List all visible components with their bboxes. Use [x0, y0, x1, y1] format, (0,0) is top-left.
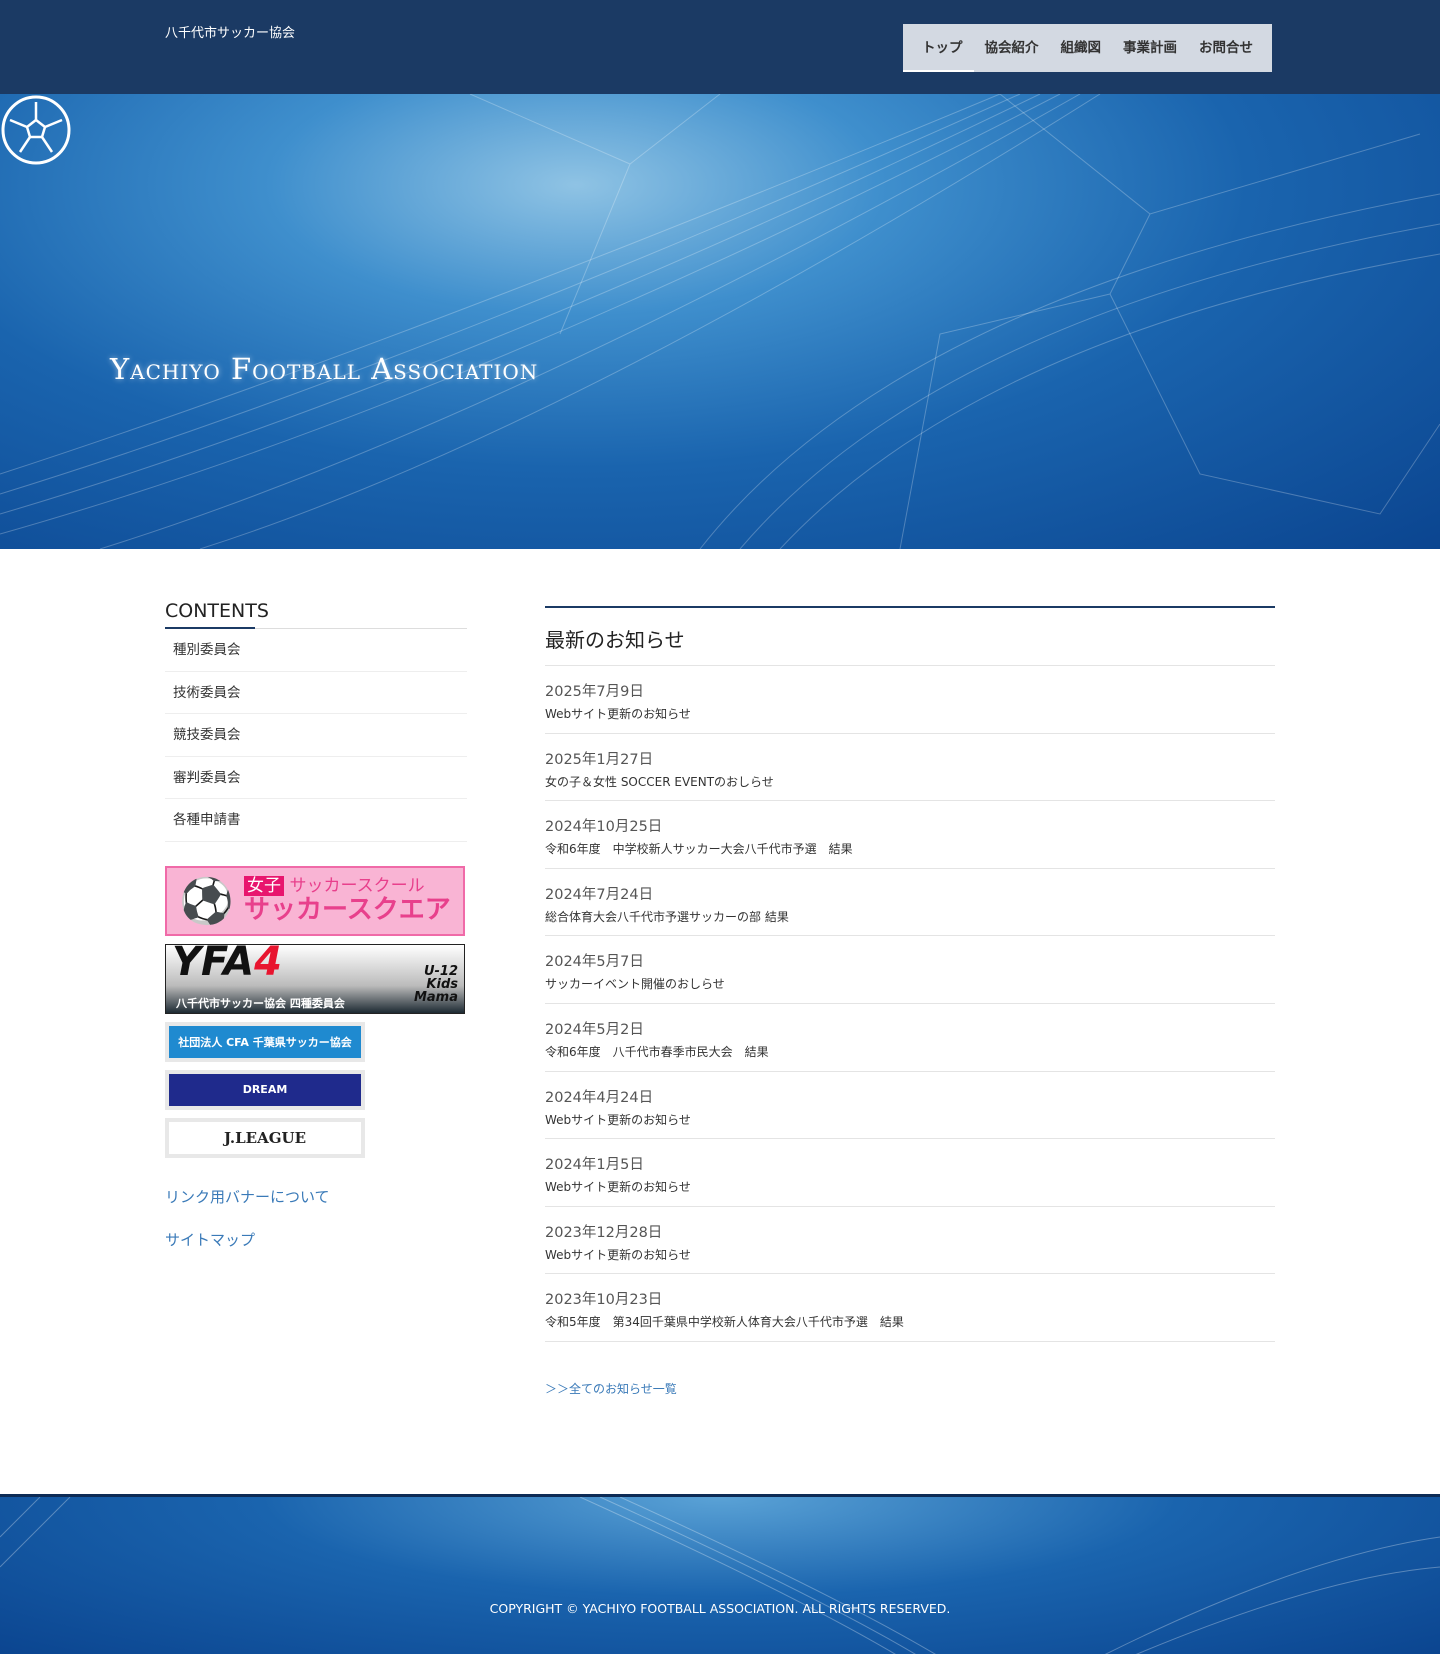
- main-nav: トップ 協会紹介 組織図 事業計画 お問合せ: [903, 24, 1272, 72]
- news-item: 2024年5月7日サッカーイベント開催のおしらせ: [545, 936, 1275, 1004]
- all-news-link[interactable]: ＞＞全てのお知らせ一覧: [545, 1380, 1275, 1397]
- hero-banner: Yachiyo Football Association: [0, 94, 1440, 549]
- news-item: 2023年10月23日令和5年度 第34回千葉県中学校新人体育大会八千代市予選 …: [545, 1274, 1275, 1342]
- banner-line2: サッカースクエア: [244, 894, 451, 925]
- banner-cfa[interactable]: 社団法人 CFA 千葉県サッカー協会: [165, 1021, 365, 1062]
- news-link[interactable]: 女の子＆女性 SOCCER EVENTのおしらせ: [545, 773, 1275, 790]
- banner-jleague[interactable]: J.LEAGUE: [165, 1117, 365, 1158]
- banner-tag: 女子: [244, 875, 285, 896]
- footer-pattern: [0, 1497, 1440, 1657]
- yfa-sub: 八千代市サッカー協会 四種委員会: [176, 996, 345, 1010]
- news-item: 2023年12月28日 Webサイト更新のお知らせ: [545, 1207, 1275, 1275]
- news-link[interactable]: 総合体育大会八千代市予選サッカーの部 結果: [545, 908, 1275, 925]
- soccer-ball-icon: ⚽: [179, 875, 235, 927]
- banner-line1: サッカースクール: [289, 875, 425, 896]
- banner-dream[interactable]: DREAM: [165, 1069, 365, 1110]
- news-title: 最新のお知らせ: [545, 606, 1275, 666]
- news-link[interactable]: Webサイト更新のお知らせ: [545, 1178, 1275, 1195]
- news-date: 2025年7月9日: [545, 684, 644, 700]
- news-section: 最新のお知らせ 2025年7月9日 Webサイト更新のお知らせ 2025年1月27日…: [545, 606, 1275, 1397]
- yfa-text: YFA: [172, 939, 255, 985]
- news-link[interactable]: 令和5年度 第34回千葉県中学校新人体育大会八千代市予選 結果: [545, 1313, 1275, 1330]
- footer: COPYRIGHT © YACHIYO FOOTBALL ASSOCIATION…: [0, 1494, 1440, 1657]
- news-item: 2024年4月24日 Webサイト更新のお知らせ: [545, 1072, 1275, 1140]
- news-date: 2024年5月2日: [545, 1021, 644, 1038]
- news-item: 2024年5月2日令和6年度 八千代市春季市民大会 結果: [545, 1004, 1275, 1072]
- jleague-text: J.LEAGUE: [169, 1121, 361, 1154]
- news-date: 2025年1月27日: [545, 751, 654, 768]
- sidebar-item-technical[interactable]: 技術委員会: [165, 672, 467, 714]
- sidebar: CONTENTS 種別委員会 技術委員会 競技委員会 審判委員会 各種申請書 ⚽…: [165, 600, 467, 1250]
- news-item: 2024年1月5日 Webサイト更新のお知らせ: [545, 1139, 1275, 1207]
- copyright: COPYRIGHT © YACHIYO FOOTBALL ASSOCIATION…: [489, 1601, 951, 1616]
- news-list: 2025年7月9日 Webサイト更新のお知らせ 2025年1月27日女の子＆女性 S…: [545, 666, 1275, 1342]
- yfa-side-text: U-12 Kids Mama: [413, 964, 458, 1005]
- news-link[interactable]: Webサイト更新のお知らせ: [545, 1246, 1275, 1263]
- dream-text: DREAM: [169, 1073, 361, 1106]
- news-date: 2024年4月24日: [545, 1089, 654, 1106]
- sidebar-item-referee[interactable]: 審判委員会: [165, 757, 467, 799]
- header: 八千代市サッカー協会 トップ 協会紹介 組織図 事業計画 お問合せ: [0, 0, 1440, 94]
- sidebar-item-competition[interactable]: 競技委員会: [165, 714, 467, 757]
- sidebar-item-forms[interactable]: 各種申請書: [165, 799, 467, 842]
- news-link[interactable]: 令和6年度 八千代市春季市民大会 結果: [545, 1043, 1275, 1060]
- banner-girls-soccer-school[interactable]: ⚽ 女子 サッカースクール サッカースクエア: [165, 865, 465, 936]
- news-link[interactable]: Webサイト更新のお知らせ: [545, 1111, 1275, 1128]
- news-date: 2023年12月28日: [545, 1224, 663, 1241]
- news-date: 2024年10月25日: [545, 819, 663, 836]
- nav-contact[interactable]: お問合せ: [1188, 24, 1264, 72]
- news-link[interactable]: 令和6年度 中学校新人サッカー大会八千代市予選 結果: [545, 840, 1275, 857]
- nav-organization[interactable]: 組織図: [1050, 24, 1113, 72]
- soccer-ball-logo-icon: [1, 95, 71, 165]
- news-date: 2023年10月23日: [545, 1292, 663, 1309]
- news-item: 2025年7月9日 Webサイト更新のお知らせ: [545, 666, 1275, 734]
- sidebar-item-category[interactable]: 種別委員会: [165, 629, 467, 672]
- banner-yfa4[interactable]: YFA 4 U-12 Kids Mama 八千代市サッカー協会 四種委員会: [165, 939, 465, 1014]
- news-link[interactable]: サッカーイベント開催のおしらせ: [545, 975, 1275, 992]
- nav-plan[interactable]: 事業計画: [1112, 24, 1188, 72]
- logo-text: Yachiyo Football Association: [110, 352, 539, 386]
- link-sitemap[interactable]: サイトマップ: [165, 1229, 467, 1250]
- nav-top[interactable]: トップ: [903, 24, 974, 72]
- nav-about[interactable]: 協会紹介: [974, 24, 1050, 72]
- site-name[interactable]: 八千代市サッカー協会: [165, 22, 295, 41]
- hero-pattern: [0, 94, 1440, 549]
- news-item: 2024年10月25日令和6年度 中学校新人サッカー大会八千代市予選 結果: [545, 801, 1275, 869]
- news-date: 2024年1月5日: [545, 1157, 644, 1174]
- link-banner-info[interactable]: リンク用バナーについて: [165, 1186, 467, 1207]
- news-link[interactable]: Webサイト更新のお知らせ: [545, 705, 1275, 722]
- news-item: 2025年1月27日女の子＆女性 SOCCER EVENTのおしらせ: [545, 734, 1275, 802]
- news-item: 2024年7月24日総合体育大会八千代市予選サッカーの部 結果: [545, 869, 1275, 937]
- sidebar-title: CONTENTS: [165, 600, 467, 629]
- cfa-text: 社団法人 CFA 千葉県サッカー協会: [169, 1025, 361, 1058]
- news-date: 2024年5月7日: [545, 954, 644, 971]
- yfa-number: 4: [254, 939, 282, 985]
- news-date: 2024年7月24日: [545, 886, 654, 903]
